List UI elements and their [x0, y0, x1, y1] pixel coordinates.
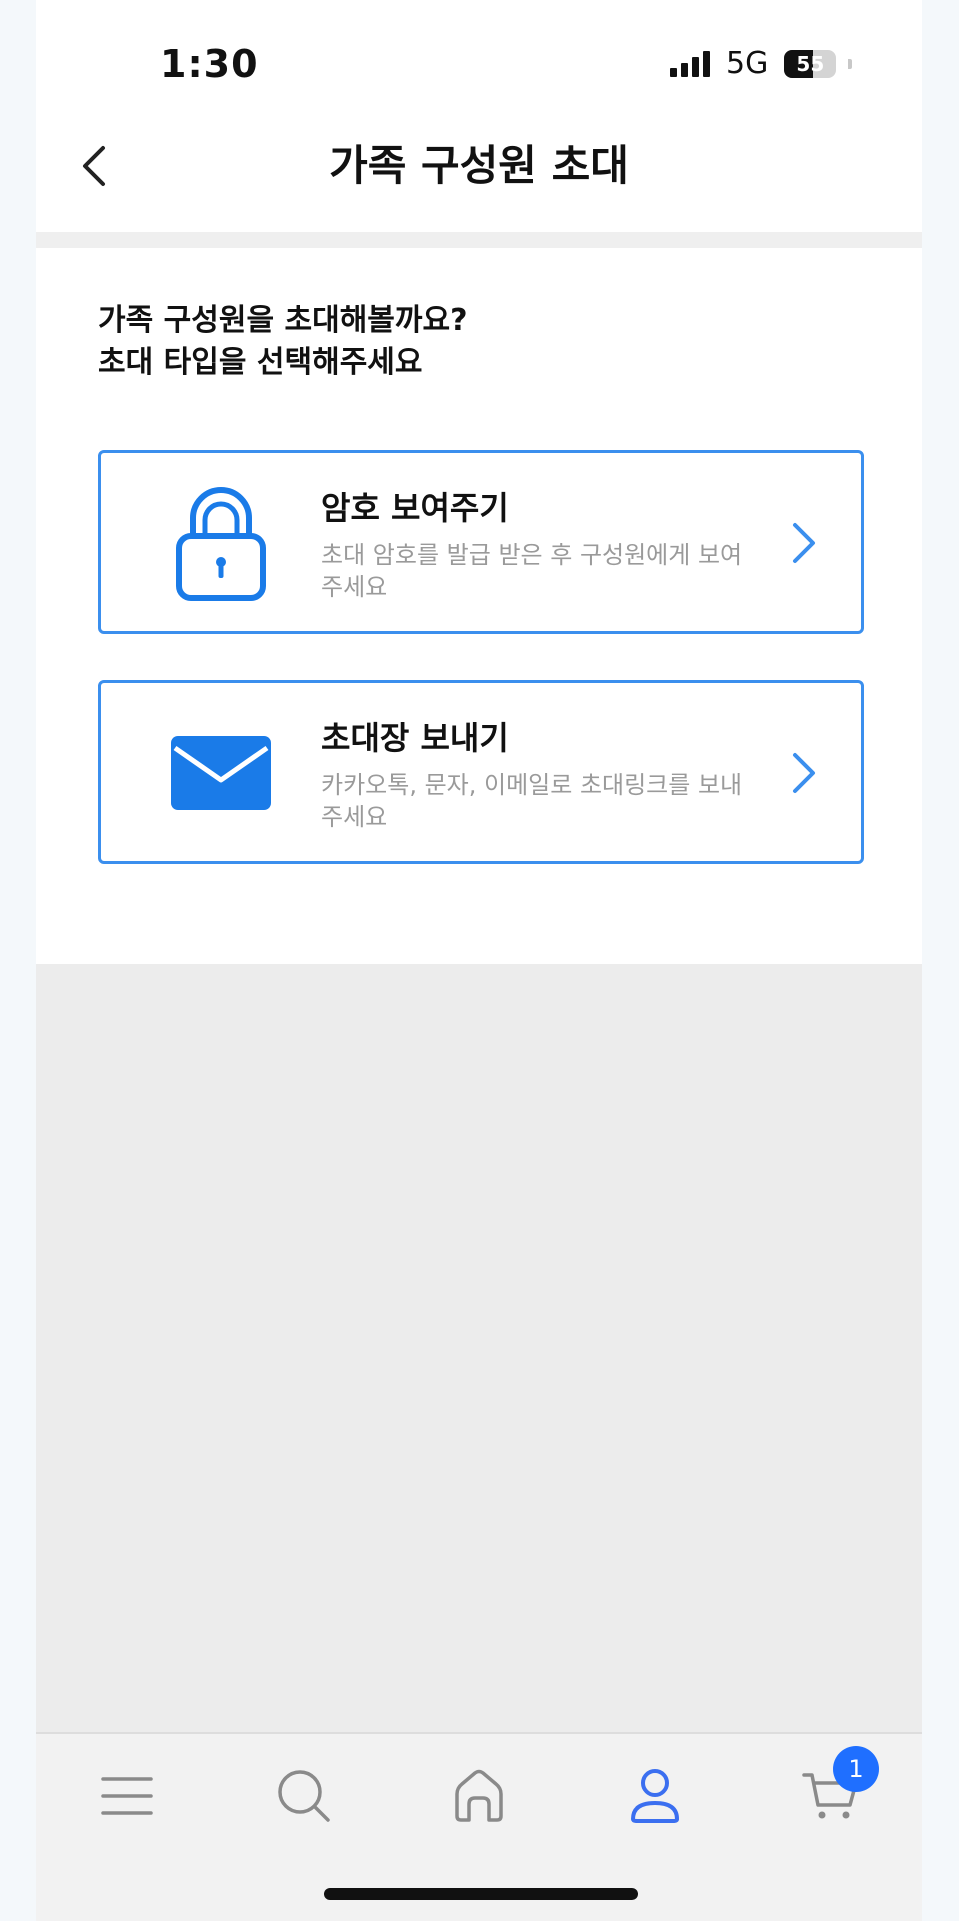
option-description: 카카오톡, 문자, 이메일로 초대링크를 보내주세요	[321, 771, 743, 831]
empty-area	[36, 964, 922, 1732]
intro-line-1: 가족 구성원을 초대해볼까요?	[98, 303, 468, 338]
battery-icon: 55	[784, 49, 837, 78]
intro-text: 가족 구성원을 초대해볼까요? 초대 타입을 선택해주세요	[98, 300, 468, 384]
status-bar: 1:30 5G 55	[36, 0, 922, 110]
battery-level: 55	[796, 51, 825, 76]
tab-cart[interactable]: 1	[791, 1746, 879, 1836]
send-invitation-option[interactable]: 초대장 보내기 카카오톡, 문자, 이메일로 초대링크를 보내주세요	[98, 680, 864, 864]
show-password-option[interactable]: 암호 보여주기 초대 암호를 발급 받은 후 구성원에게 보여주세요	[98, 450, 864, 634]
header-divider	[36, 232, 922, 248]
tab-menu[interactable]	[87, 1756, 167, 1836]
signal-icon	[670, 50, 710, 77]
tab-search[interactable]	[264, 1756, 344, 1836]
battery-cap	[848, 58, 853, 69]
envelope-icon	[171, 736, 271, 810]
lock-icon	[176, 487, 266, 601]
cart-count-badge: 1	[833, 1746, 879, 1792]
tab-my-page[interactable]	[615, 1756, 695, 1836]
user-icon	[631, 1769, 679, 1823]
chevron-right-icon	[793, 753, 815, 793]
option-title: 암호 보여주기	[321, 489, 509, 527]
main-content: 가족 구성원을 초대해볼까요? 초대 타입을 선택해주세요 암호 보여주기 초대…	[36, 248, 922, 964]
phone-screen: 1:30 5G 55 가족 구성원 초대 가족 구성원을 초대해볼까요? 초대 …	[36, 0, 922, 1921]
status-time: 1:30	[160, 42, 259, 86]
intro-line-2: 초대 타입을 선택해주세요	[98, 345, 423, 380]
menu-icon	[101, 1777, 153, 1815]
home-icon	[455, 1769, 503, 1822]
search-icon	[278, 1770, 330, 1822]
page-title: 가족 구성원 초대	[329, 141, 629, 190]
option-description: 초대 암호를 발급 받은 후 구성원에게 보여주세요	[321, 541, 743, 601]
tab-home[interactable]	[439, 1756, 519, 1836]
chevron-right-icon	[793, 523, 815, 563]
option-title: 초대장 보내기	[321, 719, 509, 757]
network-type: 5G	[726, 46, 769, 81]
home-indicator	[324, 1888, 638, 1900]
status-indicators: 5G 55	[670, 46, 853, 81]
navigation-header: 가족 구성원 초대	[36, 110, 922, 232]
